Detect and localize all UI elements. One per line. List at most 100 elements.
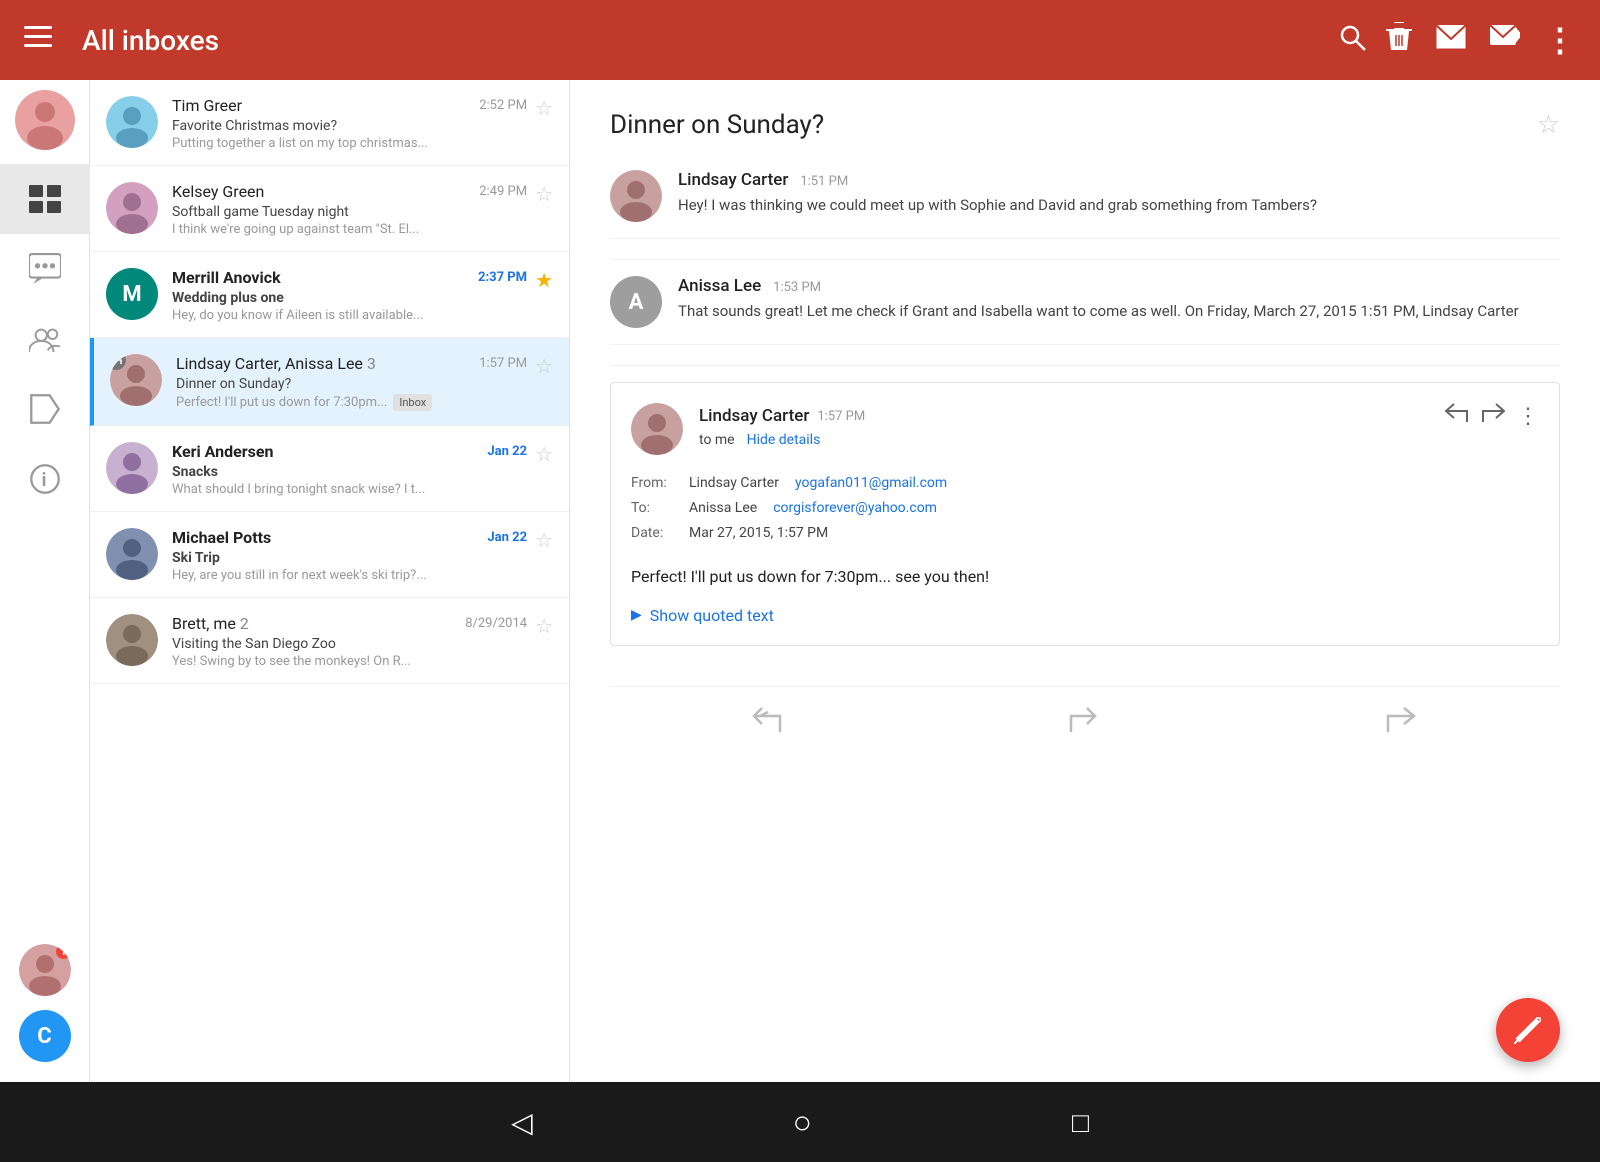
email-star-3[interactable]: ★ — [535, 268, 553, 292]
email-subject-6: Ski Trip — [172, 550, 527, 566]
from-name: Lindsay Carter — [689, 471, 779, 496]
detail-header: Dinner on Sunday? ☆ — [610, 110, 1560, 140]
message-avatar-3 — [631, 403, 683, 455]
email-meta: From: Lindsay Carter yogafan011@gmail.co… — [631, 471, 1539, 547]
sidebar: i 1 C — [0, 80, 90, 1082]
email-time-3: 2:37 PM — [478, 270, 527, 285]
recents-button[interactable]: □ — [1072, 1106, 1089, 1139]
message-1: Lindsay Carter 1:51 PM Hey! I was thinki… — [610, 170, 1560, 239]
show-quoted-label: Show quoted text — [650, 606, 774, 625]
show-quoted-text-button[interactable]: ▶ Show quoted text — [631, 606, 1539, 625]
from-email[interactable]: yogafan011@gmail.com — [795, 471, 947, 496]
delete-icon[interactable] — [1386, 22, 1412, 59]
email-subject-1: Favorite Christmas movie? — [172, 118, 527, 134]
divider-2 — [610, 365, 1560, 366]
email-star-5[interactable]: ☆ — [535, 442, 553, 466]
bottom-nav: ◁ ○ □ — [0, 1082, 1600, 1162]
email-content-7: Brett, me 2 8/29/2014 Visiting the San D… — [172, 614, 527, 669]
email-content-1: Tim Greer 2:52 PM Favorite Christmas mov… — [172, 96, 527, 151]
email-avatar-6 — [106, 528, 158, 580]
message-body-1: Hey! I was thinking we could meet up wit… — [678, 194, 1560, 217]
message-time-2: 1:53 PM — [773, 280, 821, 295]
account-avatar-1[interactable]: 1 — [19, 944, 71, 996]
email-date: Mar 27, 2015, 1:57 PM — [689, 521, 828, 546]
email-preview-2: I think we're going up against team "St.… — [172, 222, 527, 237]
email-detail-panel: Dinner on Sunday? ☆ Lindsay Carter 1:51 … — [570, 80, 1600, 1082]
email-item-3[interactable]: M Merrill Anovick 2:37 PM Wedding plus o… — [90, 252, 569, 338]
email-item-2[interactable]: Kelsey Green 2:49 PM Softball game Tuesd… — [90, 166, 569, 252]
divider-1 — [610, 259, 1560, 260]
email-item-4[interactable]: Lindsay Carter, Anissa Lee 3 1:57 PM Din… — [90, 338, 569, 426]
email-subject-2: Softball game Tuesday night — [172, 204, 527, 220]
more-msg-options[interactable]: ⋮ — [1517, 404, 1539, 429]
email-content-5: Keri Andersen Jan 22 Snacks What should … — [172, 442, 527, 497]
email-subject-3: Wedding plus one — [172, 290, 527, 306]
email-avatar-1 — [106, 96, 158, 148]
email-item-1[interactable]: Tim Greer 2:52 PM Favorite Christmas mov… — [90, 80, 569, 166]
email-avatar-5 — [106, 442, 158, 494]
detail-star[interactable]: ☆ — [1537, 110, 1560, 140]
email-star-4[interactable]: ☆ — [535, 354, 553, 378]
compose-fab[interactable] — [1496, 998, 1560, 1062]
more-options-icon[interactable]: ⋮ — [1544, 21, 1576, 59]
email-sender-1: Tim Greer — [172, 96, 242, 115]
forward-icon[interactable] — [1490, 25, 1520, 56]
to-label: To: — [631, 496, 681, 521]
top-bar-actions: ⋮ — [1386, 21, 1576, 59]
email-time-6: Jan 22 — [487, 530, 527, 545]
email-time-2: 2:49 PM — [479, 184, 527, 199]
email-content-6: Michael Potts Jan 22 Ski Trip Hey, are y… — [172, 528, 527, 583]
inbox-badge: Inbox — [393, 394, 432, 411]
sidebar-item-chat[interactable] — [0, 234, 90, 304]
forward-msg-button[interactable] — [1481, 403, 1505, 429]
forward-button-bottom[interactable] — [1386, 707, 1418, 740]
email-preview-4: Perfect! I'll put us down for 7:30pm... … — [176, 394, 527, 411]
email-avatar-2 — [106, 182, 158, 234]
message-body-2: That sounds great! Let me check if Grant… — [678, 300, 1560, 323]
message-avatar-1 — [610, 170, 662, 222]
detail-bottom-actions — [610, 686, 1560, 760]
email-preview-7: Yes! Swing by to see the monkeys! On R..… — [172, 654, 527, 669]
mark-read-icon[interactable] — [1436, 25, 1466, 56]
sidebar-item-all-inboxes[interactable] — [0, 164, 90, 234]
account-avatar-2[interactable]: C — [19, 1010, 71, 1062]
message-time-3: 1:57 PM — [817, 409, 865, 424]
reply-button-bottom[interactable] — [1069, 707, 1101, 740]
user-avatar[interactable] — [15, 90, 75, 150]
message-meta-3: Lindsay Carter 1:57 PM ⋮ — [699, 403, 1539, 448]
back-button[interactable]: ◁ — [511, 1106, 533, 1139]
email-star-2[interactable]: ☆ — [535, 182, 553, 206]
detail-title: Dinner on Sunday? — [610, 110, 824, 140]
email-time-5: Jan 22 — [487, 444, 527, 459]
email-item-6[interactable]: Michael Potts Jan 22 Ski Trip Hey, are y… — [90, 512, 569, 598]
email-star-7[interactable]: ☆ — [535, 614, 553, 638]
message-2: A Anissa Lee 1:53 PM That sounds great! … — [610, 276, 1560, 345]
email-item-7[interactable]: Brett, me 2 8/29/2014 Visiting the San D… — [90, 598, 569, 684]
email-star-1[interactable]: ☆ — [535, 96, 553, 120]
reply-all-button-bottom[interactable] — [752, 707, 784, 740]
email-time-7: 8/29/2014 — [465, 616, 527, 631]
top-bar: All inboxes — [0, 0, 1600, 80]
email-sender-7: Brett, me 2 — [172, 614, 249, 633]
search-icon[interactable] — [1338, 23, 1366, 58]
message-text-3: Perfect! I'll put us down for 7:30pm... … — [631, 567, 1539, 586]
email-sender-6: Michael Potts — [172, 528, 271, 547]
sidebar-item-labels[interactable] — [0, 374, 90, 444]
hide-details-link[interactable]: Hide details — [747, 432, 821, 448]
email-preview-1: Putting together a list on my top christ… — [172, 136, 527, 151]
from-label: From: — [631, 471, 681, 496]
to-email[interactable]: corgisforever@yahoo.com — [773, 496, 937, 521]
message-info-2: Anissa Lee 1:53 PM That sounds great! Le… — [678, 276, 1560, 323]
email-preview-5: What should I bring tonight snack wise? … — [172, 482, 527, 497]
menu-icon[interactable] — [24, 25, 52, 55]
email-subject-4: Dinner on Sunday? — [176, 376, 527, 392]
reply-button[interactable] — [1445, 403, 1469, 429]
home-button[interactable]: ○ — [793, 1103, 812, 1141]
date-label: Date: — [631, 521, 681, 546]
main-layout: i 1 C — [0, 80, 1600, 1082]
sidebar-item-contacts[interactable] — [0, 304, 90, 374]
email-sender-5: Keri Andersen — [172, 442, 273, 461]
email-item-5[interactable]: Keri Andersen Jan 22 Snacks What should … — [90, 426, 569, 512]
sidebar-item-info[interactable]: i — [0, 444, 90, 514]
email-star-6[interactable]: ☆ — [535, 528, 553, 552]
